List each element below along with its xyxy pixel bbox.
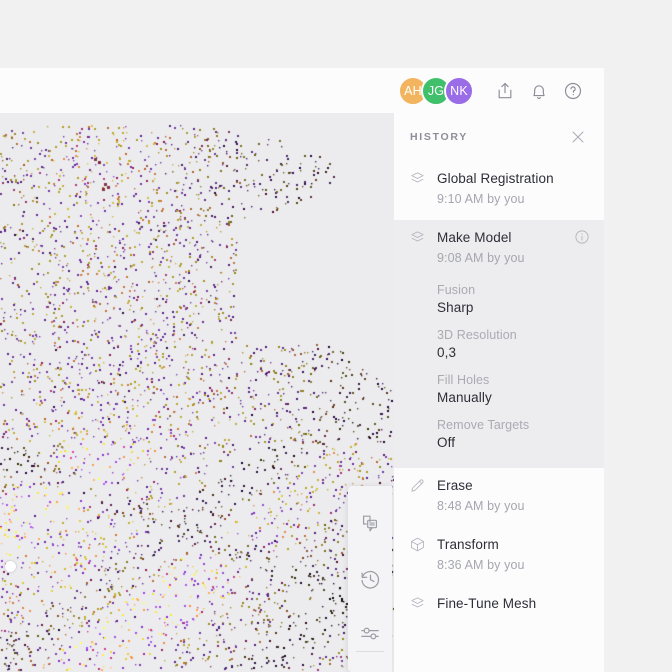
parameter-row: Remove Targets Off <box>437 418 590 450</box>
app-root: AH JG NK HISTORY Global Registration 9:1… <box>0 0 672 672</box>
collaborator-avatars: AH JG NK <box>398 75 474 106</box>
history-icon[interactable] <box>353 563 387 596</box>
parameter-value: Sharp <box>437 300 474 315</box>
parameter-row: 3D Resolution 0,3 <box>437 328 590 360</box>
parameter-label: Fusion <box>437 283 476 297</box>
comments-icon[interactable] <box>353 508 387 541</box>
history-item-parameters: Fusion Sharp 3D Resolution 0,3 Fill Hole… <box>437 283 590 450</box>
parameter-value: Off <box>437 435 456 450</box>
history-item-time: 9:10 AM by you <box>437 192 525 206</box>
notifications-icon[interactable] <box>522 74 556 108</box>
point-cloud-canvas[interactable] <box>0 113 394 672</box>
parameter-label: Fill Holes <box>437 373 490 387</box>
history-panel-title: HISTORY <box>410 131 468 143</box>
history-item[interactable]: Global Registration 9:10 AM by you <box>394 161 604 220</box>
history-item[interactable]: Transform 8:36 AM by you <box>394 527 604 586</box>
close-icon[interactable] <box>568 127 588 147</box>
parameter-value: Manually <box>437 390 492 405</box>
parameter-label: Remove Targets <box>437 418 530 432</box>
pencil-icon <box>408 476 426 494</box>
history-item-time: 8:36 AM by you <box>437 558 525 572</box>
cube-icon <box>408 535 426 553</box>
history-item[interactable]: Erase 8:48 AM by you <box>394 468 604 527</box>
history-item-name: Fine-Tune Mesh <box>437 595 537 611</box>
history-item-name: Global Registration <box>437 170 554 186</box>
toolbar-divider <box>356 651 384 652</box>
history-item-name: Erase <box>437 477 473 493</box>
history-panel: HISTORY Global Registration 9:10 AM by y… <box>394 113 604 672</box>
viewport-handle-dot[interactable] <box>5 561 16 572</box>
settings-icon[interactable] <box>353 617 387 650</box>
parameter-row: Fusion Sharp <box>437 283 590 315</box>
help-icon[interactable] <box>556 74 590 108</box>
share-icon[interactable] <box>488 74 522 108</box>
layers-icon <box>408 594 426 612</box>
avatar[interactable]: NK <box>444 75 474 106</box>
history-item-time: 9:08 AM by you <box>437 251 525 265</box>
history-item-expanded[interactable]: Make Model 9:08 AM by you Fusion Sharp 3… <box>394 220 604 468</box>
info-icon[interactable] <box>574 229 590 245</box>
history-item-name: Transform <box>437 536 499 552</box>
parameter-row: Fill Holes Manually <box>437 373 590 405</box>
header-actions: AH JG NK <box>398 74 590 108</box>
layers-icon <box>408 228 426 246</box>
top-margin-strip <box>0 0 672 68</box>
layers-icon <box>408 169 426 187</box>
3d-viewport[interactable] <box>0 113 394 672</box>
parameter-label: 3D Resolution <box>437 328 517 342</box>
history-item-name: Make Model <box>437 229 512 245</box>
viewport-toolbar <box>348 486 392 672</box>
history-item-time: 8:48 AM by you <box>437 499 525 513</box>
history-item[interactable]: Fine-Tune Mesh <box>394 586 604 626</box>
history-panel-header: HISTORY <box>394 113 604 161</box>
parameter-value: 0,3 <box>437 345 457 360</box>
app-header: AH JG NK <box>0 68 604 113</box>
